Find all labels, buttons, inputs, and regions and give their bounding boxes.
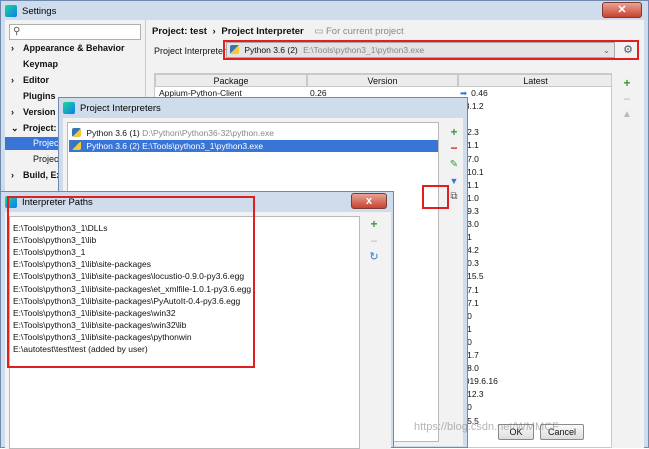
python-icon (72, 141, 81, 150)
pycharm-icon (5, 5, 17, 17)
column-header-package[interactable]: Package (155, 74, 307, 87)
add-path-button[interactable]: + (367, 217, 381, 231)
show-paths-icon[interactable]: ⧉ (447, 190, 461, 204)
scope-icon: ▭ (314, 26, 324, 37)
highlight-interpreter (223, 40, 639, 60)
upgrade-package-icon[interactable]: ▲ (620, 108, 634, 122)
tree-item-keymap[interactable]: Keymap (23, 59, 58, 69)
remove-path-button[interactable]: − (367, 234, 381, 248)
column-header-version[interactable]: Version (307, 74, 458, 87)
edit-pencil-icon[interactable]: ✎ (447, 158, 461, 172)
project-interpreters-title: Project Interpreters (80, 102, 161, 114)
interpreter-list-item-selected[interactable]: Python 3.6 (2) E:\Tools\python3_1\python… (69, 140, 438, 152)
watermark: https://blog.csdn.net/WMMCF (414, 421, 559, 433)
add-interpreter-button[interactable]: + (447, 125, 461, 139)
breadcrumb-project[interactable]: Project: test (152, 26, 207, 37)
search-box[interactable]: ⚲ (9, 24, 141, 40)
expand-arrow-icon: › (11, 107, 14, 117)
remove-interpreter-button[interactable]: − (447, 141, 461, 155)
column-header-latest[interactable]: Latest (458, 74, 611, 87)
tree-item-appearance[interactable]: › Appearance & Behavior (11, 43, 125, 53)
python-icon (72, 128, 81, 137)
settings-titlebar: Settings (1, 1, 648, 21)
remove-package-button[interactable]: − (620, 92, 634, 106)
expand-arrow-icon: › (11, 43, 14, 53)
tree-item-plugins[interactable]: Plugins (23, 91, 56, 101)
add-package-button[interactable]: + (620, 76, 634, 90)
close-button[interactable]: ✕ (602, 2, 642, 18)
expand-arrow-icon: › (11, 75, 14, 85)
tree-item-project-structure[interactable]: Project (33, 154, 61, 164)
tree-item-project[interactable]: ⌄ Project: t (11, 123, 62, 133)
tree-item-version[interactable]: › Version (11, 107, 56, 117)
collapse-arrow-icon: ⌄ (11, 123, 19, 133)
pycharm-icon (63, 102, 75, 114)
search-icon: ⚲ (13, 26, 21, 37)
breadcrumb-separator: › (212, 26, 216, 37)
highlight-show-paths (422, 185, 449, 209)
settings-title: Settings (22, 5, 57, 17)
expand-arrow-icon: › (11, 170, 14, 180)
tree-item-project-interpreter[interactable]: Project (5, 137, 61, 150)
reload-icon[interactable]: ↻ (367, 250, 381, 264)
highlight-paths (7, 196, 255, 368)
breadcrumb-page: Project Interpreter (221, 26, 304, 37)
latest-version-text: 0.46 (471, 88, 488, 98)
close-button[interactable]: x (351, 193, 387, 209)
interpreter-list-item[interactable]: Python 3.6 (1) D:\Python\Python36-32\pyt… (69, 127, 438, 139)
interpreter-label: Project Interpreter: (154, 46, 229, 56)
tree-item-editor[interactable]: › Editor (11, 75, 49, 85)
scope-label: For current project (326, 26, 404, 37)
search-input[interactable] (24, 26, 134, 38)
breadcrumb: Project: test › Project Interpreter ▭ Fo… (152, 26, 404, 37)
project-interpreters-titlebar: Project Interpreters (59, 98, 467, 118)
filter-icon[interactable]: ▼ (447, 174, 461, 188)
